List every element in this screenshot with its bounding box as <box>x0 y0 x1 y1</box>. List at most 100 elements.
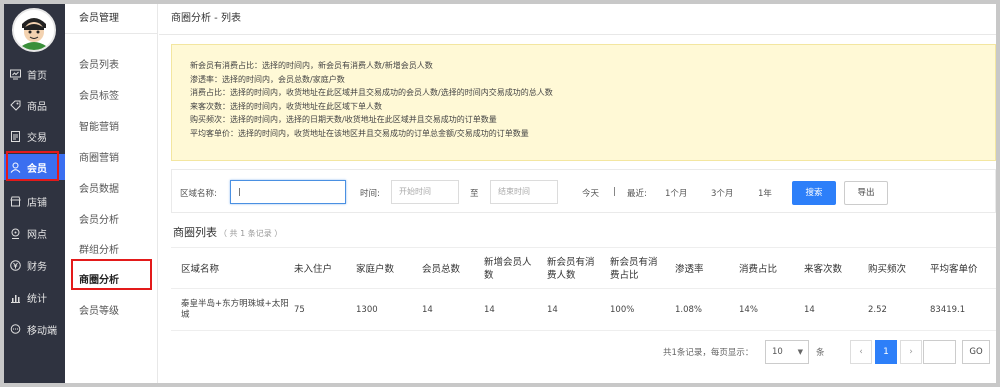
column-header: 来客次数 <box>804 263 843 275</box>
nav-item-trade[interactable]: 交易 <box>4 123 65 149</box>
nav-item-label: 店铺 <box>27 197 47 209</box>
main-nav: 首页 商品 交易 会员 店铺 网点 财务 统计 移动端 <box>4 4 65 383</box>
three-month-link[interactable]: 3个月 <box>711 187 733 199</box>
app-window: 首页 商品 交易 会员 店铺 网点 财务 统计 移动端 会员管理 会员列表 会员… <box>4 4 996 383</box>
notice-line: 来客次数：选择的时间内，收货地址在此区域下单人数 <box>190 101 382 111</box>
page-size-unit: 条 <box>816 348 825 358</box>
table-cell: 14% <box>739 304 758 315</box>
yen-icon <box>9 259 21 271</box>
table-cell: 14 <box>422 304 433 315</box>
table-cell: 100% <box>610 304 635 315</box>
table-cell: 14 <box>547 304 558 315</box>
one-year-link[interactable]: 1年 <box>758 187 772 199</box>
column-header: 家庭户数 <box>356 263 395 275</box>
pagination: 共1条记录，每页显示： 10 ▼ 条 ‹ 1 › GO <box>171 332 996 372</box>
end-time-input[interactable]: 结束时间 <box>490 180 558 204</box>
table-cell: 1300 <box>356 304 378 315</box>
prev-page-button[interactable]: ‹ <box>850 340 872 364</box>
table-cell: 1.08% <box>675 304 703 315</box>
nav-item-member[interactable]: 会员 <box>4 154 65 180</box>
pager-summary: 共1条记录，每页显示： <box>663 348 754 358</box>
nav-item-home[interactable]: 首页 <box>4 61 65 87</box>
table-row: 秦皇半岛+东方明珠城+太阳城 75 1300 14 14 14 100% 1.0… <box>171 289 996 331</box>
to-label: 至 <box>470 189 479 199</box>
search-button[interactable]: 搜索 <box>792 181 836 205</box>
subnav-item-member-data[interactable]: 会员数据 <box>79 180 119 195</box>
page-size-value: 10 <box>772 347 783 357</box>
notice-line: 购买频次：选择的时间内，选择的日期天数/收货地址在此区域并且交易成功的订单数量 <box>190 115 497 125</box>
avatar[interactable] <box>12 8 56 52</box>
chat-icon <box>9 323 21 335</box>
today-link[interactable]: 今天 <box>582 187 599 199</box>
subnav-item-member-tags[interactable]: 会员标签 <box>79 87 119 102</box>
bar-chart-icon <box>9 291 21 303</box>
nav-item-label: 网点 <box>27 229 47 241</box>
area-name-label: 区域名称: <box>180 189 217 199</box>
column-header: 购买频次 <box>868 263 907 275</box>
list-title: 商圈列表（ 共 1 条记录 ） <box>173 224 282 240</box>
subnav-title: 会员管理 <box>65 4 158 34</box>
subnav-item-member-analysis[interactable]: 会员分析 <box>79 211 119 226</box>
location-icon <box>9 227 21 239</box>
column-header: 会员总数 <box>422 263 461 275</box>
tag-icon <box>9 99 21 111</box>
next-page-button[interactable]: › <box>900 340 922 364</box>
nav-item-label: 财务 <box>27 261 47 273</box>
notice-line: 渗透率：选择的时间内，会员总数/家庭户数 <box>190 74 345 84</box>
nav-item-mobile[interactable]: 移动端 <box>4 316 65 342</box>
one-month-link[interactable]: 1个月 <box>665 187 687 199</box>
table-cell: 14 <box>804 304 815 315</box>
table-cell: 83419.1 <box>930 304 966 315</box>
nav-item-goods[interactable]: 商品 <box>4 92 65 118</box>
subnav-item-member-list[interactable]: 会员列表 <box>79 56 119 71</box>
subnav-item-smart-marketing[interactable]: 智能营销 <box>79 118 119 133</box>
user-icon <box>9 161 21 173</box>
goto-page-input[interactable] <box>923 340 956 364</box>
store-icon <box>9 195 21 207</box>
table-cell: 75 <box>294 304 305 315</box>
page-size-select[interactable]: 10 ▼ <box>765 340 809 364</box>
subnav-item-area-analysis[interactable]: 商圈分析 <box>79 271 119 286</box>
filter-bar: 区域名称: | 时间: 开始时间 至 结束时间 今天 | 最近: 1个月 3个月… <box>171 169 996 213</box>
nav-item-outlet[interactable]: 网点 <box>4 220 65 246</box>
notice-line: 消费占比：选择的时间内，收货地址在此区域并且交易成功的会员人数/选择的时间内交易… <box>190 88 553 98</box>
page-1-button[interactable]: 1 <box>875 340 897 364</box>
caret-down-icon: ▼ <box>797 348 803 356</box>
notice-line: 平均客单价：选择的时间内，收货地址在该地区并且交易成功的订单总金额/交易成功的订… <box>190 128 529 138</box>
time-label: 时间: <box>360 189 380 199</box>
table-cell: 14 <box>484 304 495 315</box>
recent-label: 最近: <box>627 189 647 199</box>
column-header: 平均客单价 <box>930 263 978 275</box>
nav-item-finance[interactable]: 财务 <box>4 252 65 278</box>
table-cell: 秦皇半岛+东方明珠城+太阳城 <box>181 299 289 320</box>
column-header: 未入住户 <box>294 263 333 275</box>
column-header: 渗透率 <box>675 263 704 275</box>
table-cell: 2.52 <box>868 304 887 315</box>
subnav-item-area-marketing[interactable]: 商圈营销 <box>79 149 119 164</box>
go-button[interactable]: GO <box>962 340 990 364</box>
table-header: 区域名称 未入住户 家庭户数 会员总数 新增会员人数 新会员有消费人数 新会员有… <box>171 247 996 289</box>
list-title-text: 商圈列表 <box>173 226 217 239</box>
monitor-icon <box>9 68 21 80</box>
separator: | <box>613 187 616 197</box>
divider <box>159 34 996 35</box>
area-name-input[interactable]: | <box>230 180 346 204</box>
nav-item-label: 统计 <box>27 293 47 305</box>
notice-box: 新会员有消费占比：选择的时间内，新会员有消费人数/新增会员人数 渗透率：选择的时… <box>171 44 996 161</box>
notice-line: 新会员有消费占比：选择的时间内，新会员有消费人数/新增会员人数 <box>190 61 433 70</box>
column-header: 新会员有消费人数 <box>547 257 595 281</box>
nav-item-label: 首页 <box>27 70 47 82</box>
export-button[interactable]: 导出 <box>844 181 888 205</box>
subnav-item-group-analysis[interactable]: 群组分析 <box>79 241 119 256</box>
page-title: 商圈分析 - 列表 <box>171 13 241 24</box>
main-content: 商圈分析 - 列表 新会员有消费占比：选择的时间内，新会员有消费人数/新增会员人… <box>159 4 996 383</box>
nav-item-stats[interactable]: 统计 <box>4 284 65 310</box>
subnav-item-member-level[interactable]: 会员等级 <box>79 302 119 317</box>
sub-nav: 会员管理 会员列表 会员标签 智能营销 商圈营销 会员数据 会员分析 群组分析 … <box>65 4 158 383</box>
nav-item-store[interactable]: 店铺 <box>4 188 65 214</box>
nav-item-label: 交易 <box>27 132 47 144</box>
start-time-input[interactable]: 开始时间 <box>391 180 459 204</box>
nav-item-label: 会员 <box>27 163 47 175</box>
column-header: 消费占比 <box>739 263 778 275</box>
record-count: （ 共 1 条记录 ） <box>219 229 283 238</box>
